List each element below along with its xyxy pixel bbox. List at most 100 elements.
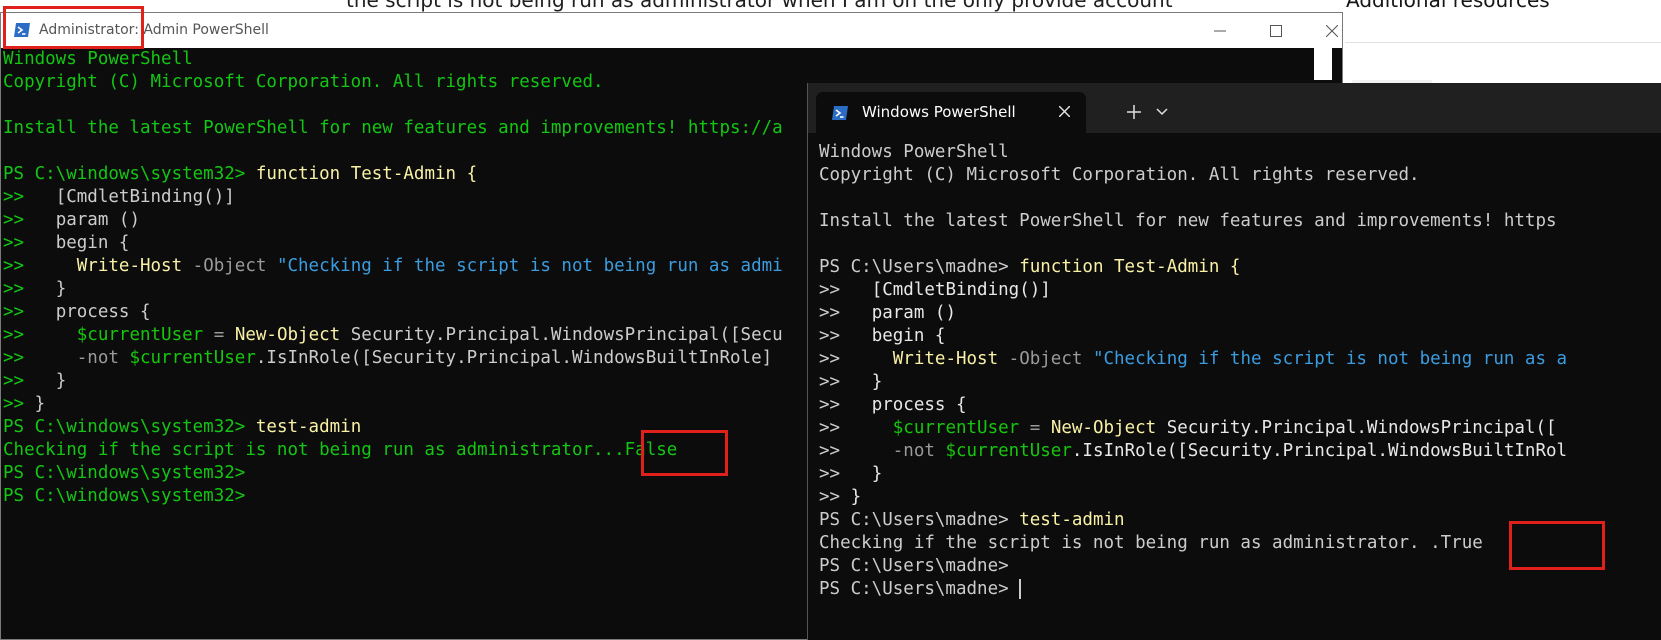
- line-prefix: PS C:\windows\system32>: [3, 486, 246, 506]
- text-cursor: [1019, 579, 1022, 599]
- line-prefix: >>: [3, 302, 56, 322]
- code-token: -Object: [998, 349, 1093, 369]
- line-prefix: Windows PowerShell: [819, 142, 1009, 162]
- tab-title: Windows PowerShell: [862, 103, 1016, 121]
- code-token: test-admin: [1019, 510, 1125, 530]
- code-token: $currentUser: [892, 418, 1020, 438]
- code-token: "Checking if the script is not being run…: [276, 256, 783, 276]
- code-token: $currentUser: [129, 348, 256, 368]
- close-icon: [1058, 105, 1070, 117]
- powershell-icon: [832, 106, 848, 120]
- console-line: >> Write-Host -Object "Checking if the s…: [819, 348, 1661, 371]
- code-token: test-admin: [255, 417, 362, 437]
- tab-dropdown-button[interactable]: [1152, 102, 1172, 122]
- terminal-output[interactable]: Windows PowerShell Copyright (C) Microsof…: [819, 141, 1661, 636]
- console-line: >> begin {: [819, 325, 1661, 348]
- tab-close-button[interactable]: [1054, 101, 1074, 121]
- line-prefix: Install the latest PowerShell for new fe…: [3, 118, 783, 138]
- line-prefix: >>: [3, 187, 56, 207]
- line-prefix: >>: [819, 418, 893, 438]
- code-token: begin {: [871, 326, 946, 346]
- line-prefix: >>: [819, 441, 893, 461]
- code-token: }: [850, 487, 862, 507]
- console-line: >> }: [819, 371, 1661, 394]
- console-line: >> $currentUser = New-Object Security.Pr…: [819, 417, 1661, 440]
- code-token: [CmdletBinding()]: [55, 187, 235, 207]
- line-prefix: PS C:\Users\madne>: [819, 510, 1020, 530]
- line-prefix: PS C:\Users\madne>: [819, 257, 1020, 277]
- code-token: function Test-Admin {: [1019, 257, 1241, 277]
- line-prefix: Checking if the script is not being run …: [3, 440, 678, 460]
- divider: [1345, 42, 1661, 43]
- console-line: Windows PowerShell: [819, 141, 1661, 164]
- maximize-button[interactable]: [1247, 13, 1305, 48]
- code-token: param (): [871, 303, 956, 323]
- code-token: $currentUser: [945, 441, 1072, 461]
- console-line: >> param (): [819, 302, 1661, 325]
- code-token: New-Object: [234, 325, 341, 345]
- line-prefix: >>: [819, 372, 872, 392]
- minimize-icon: [1214, 30, 1226, 31]
- console-line: >> }: [819, 463, 1661, 486]
- code-token: }: [871, 372, 883, 392]
- console-line: Windows PowerShell: [3, 48, 1313, 71]
- console-line: PS C:\Users\madne> test-admin: [819, 509, 1661, 532]
- line-prefix: >>: [819, 395, 872, 415]
- line-prefix: >>: [819, 464, 872, 484]
- code-token: .IsInRole([Security.Principal.WindowsBui…: [255, 348, 773, 368]
- code-token: }: [34, 394, 46, 414]
- windows-terminal-window[interactable]: Windows PowerShell Windows PowerShell Cop…: [807, 83, 1661, 640]
- code-token: New-Object: [1050, 418, 1157, 438]
- line-prefix: >>: [3, 233, 56, 253]
- line-prefix: PS C:\windows\system32>: [3, 417, 256, 437]
- line-prefix: Windows PowerShell: [3, 49, 193, 69]
- console-line: Checking if the script is not being run …: [819, 532, 1661, 555]
- title-bar[interactable]: Administrator: Admin PowerShell: [1, 13, 1342, 48]
- tab-strip: Windows PowerShell: [808, 83, 1661, 133]
- code-token: param (): [55, 210, 140, 230]
- console-line: PS C:\Users\madne>: [819, 578, 1661, 601]
- line-prefix: >>: [819, 487, 851, 507]
- code-token: "Checking if the script is not being run…: [1092, 349, 1568, 369]
- window-title: Administrator: Admin PowerShell: [39, 22, 269, 38]
- maximize-icon: [1270, 24, 1282, 37]
- line-prefix: PS C:\windows\system32>: [3, 463, 246, 483]
- line-prefix: Copyright (C) Microsoft Corporation. All…: [3, 72, 604, 92]
- code-token: -Object: [182, 256, 277, 276]
- close-button[interactable]: [1303, 13, 1361, 48]
- code-token: =: [203, 325, 235, 345]
- line-prefix: >>: [819, 280, 872, 300]
- code-token: }: [55, 279, 67, 299]
- line-prefix: PS C:\Users\madne>: [819, 556, 1009, 576]
- code-token: -not: [892, 441, 946, 461]
- code-token: process {: [55, 302, 151, 322]
- chevron-down-icon: [1156, 108, 1168, 116]
- code-token: process {: [871, 395, 967, 415]
- code-token: Write-Host: [892, 349, 999, 369]
- code-token: function Test-Admin {: [255, 164, 478, 184]
- code-token: -not: [76, 348, 130, 368]
- code-token: begin {: [55, 233, 130, 253]
- minimize-button[interactable]: [1191, 13, 1249, 48]
- new-tab-button[interactable]: [1124, 102, 1144, 122]
- line-prefix: >>: [819, 326, 872, 346]
- console-line: PS C:\Users\madne> function Test-Admin {: [819, 256, 1661, 279]
- line-prefix: >>: [3, 279, 56, 299]
- line-prefix: PS C:\windows\system32>: [3, 164, 256, 184]
- scrollbar[interactable]: [1314, 48, 1332, 80]
- console-line: Copyright (C) Microsoft Corporation. All…: [819, 164, 1661, 187]
- console-line: >> -not $currentUser.IsInRole([Security.…: [819, 440, 1661, 463]
- line-prefix: Copyright (C) Microsoft Corporation. All…: [819, 165, 1420, 185]
- console-line: >> [CmdletBinding()]: [819, 279, 1661, 302]
- question-text: the script is not being run as administr…: [346, 0, 1173, 12]
- line-prefix: Checking if the script is not being run …: [819, 533, 1483, 553]
- console-line: PS C:\Users\madne>: [819, 555, 1661, 578]
- code-token: }: [871, 464, 883, 484]
- code-token: $currentUser: [76, 325, 204, 345]
- tab-windows-powershell[interactable]: Windows PowerShell: [816, 92, 1086, 133]
- line-prefix: >>: [3, 210, 56, 230]
- console-line: >> process {: [819, 394, 1661, 417]
- close-icon: [1326, 24, 1338, 37]
